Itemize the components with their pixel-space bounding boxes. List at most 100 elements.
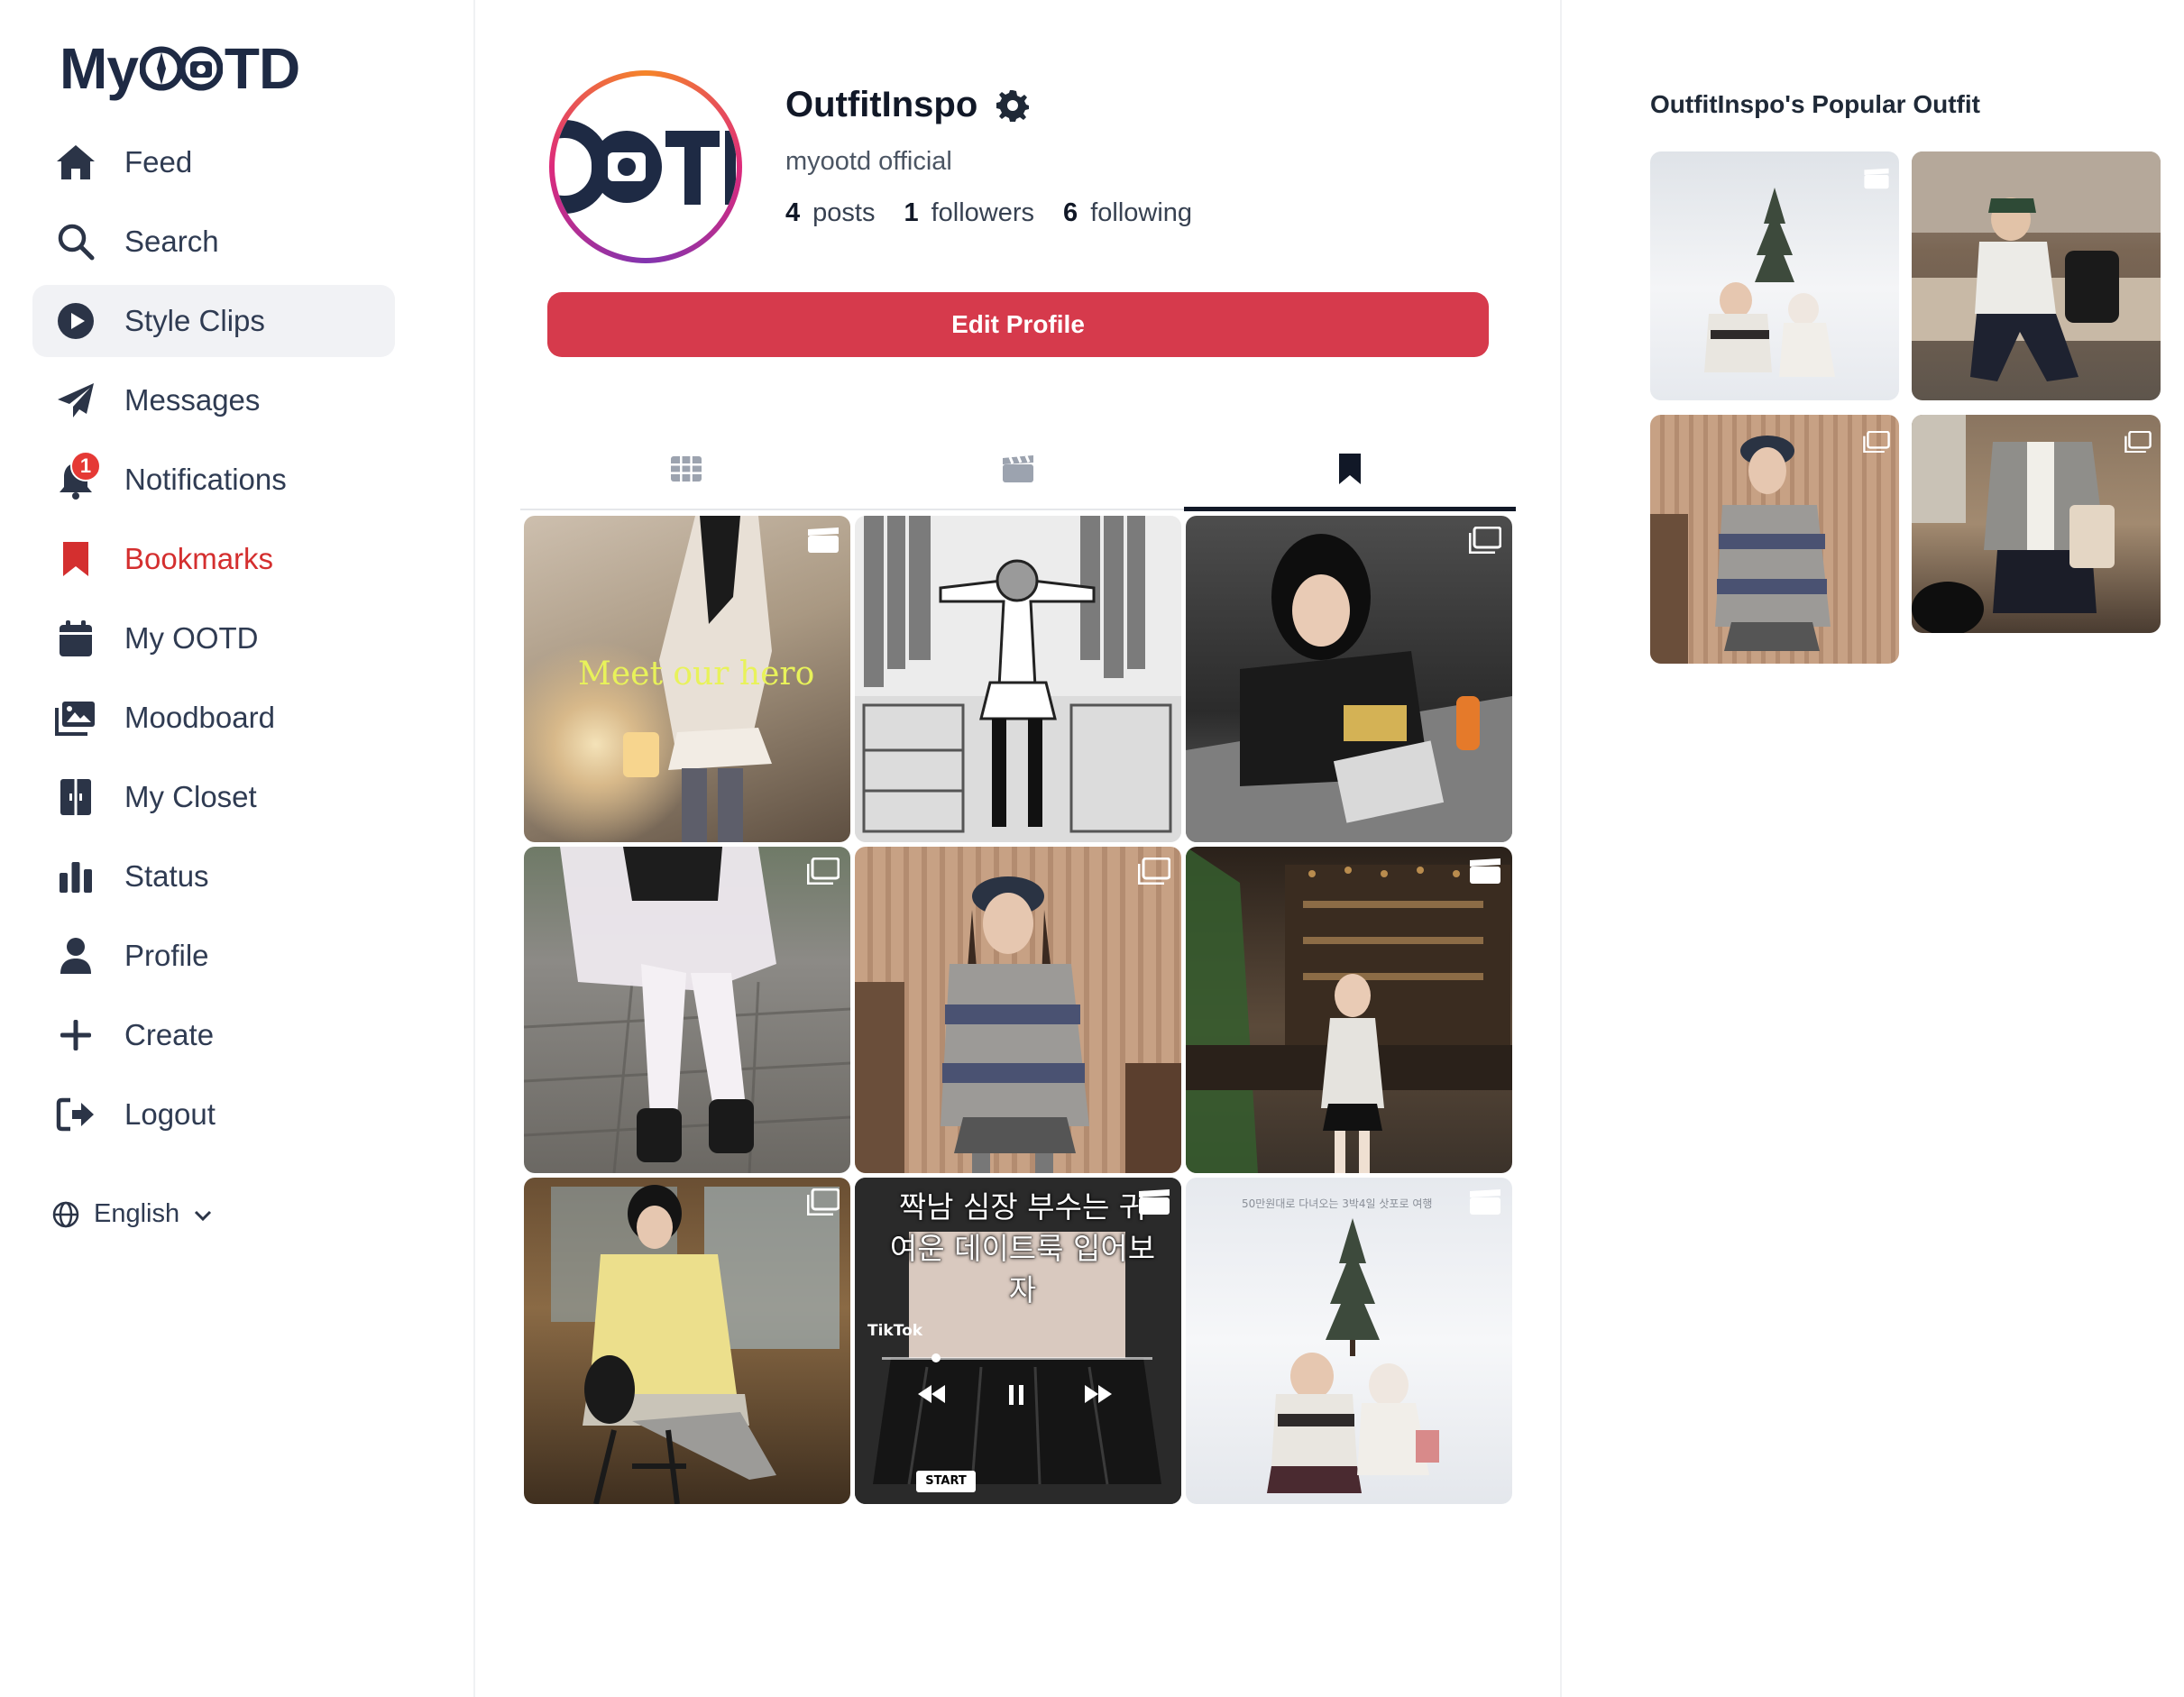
sidebar-item-label: Notifications	[124, 463, 287, 496]
post-thumbnail[interactable]: 짝남 심장 부수는 귀여운 데이트룩 입어보자 TikTok START	[855, 1178, 1181, 1504]
followers-label: followers	[931, 198, 1035, 227]
sidebar-item-label: Bookmarks	[124, 542, 274, 575]
edit-profile-button[interactable]: Edit Profile	[547, 292, 1489, 357]
followers-stat[interactable]: 1 followers	[904, 198, 1034, 228]
paper-plane-icon	[54, 379, 97, 422]
image-icon	[806, 857, 840, 885]
sidebar-item-label: Style Clips	[124, 304, 265, 337]
sidebar-item-label: Status	[124, 859, 209, 893]
play-circle-icon	[54, 299, 97, 343]
sidebar-item-moodboard[interactable]: Moodboard	[32, 682, 395, 754]
clapperboard-icon	[1863, 168, 1890, 189]
post-thumbnail[interactable]	[855, 516, 1181, 842]
notification-badge: 1	[70, 451, 101, 482]
bar-chart-icon	[54, 855, 97, 898]
post-thumbnail[interactable]: 50만원대로 다녀오는 3박4일 삿포로 여행	[1186, 1178, 1512, 1504]
user-icon	[54, 934, 97, 977]
post-thumbnail[interactable]	[524, 847, 850, 1173]
tab-grid[interactable]	[520, 433, 852, 509]
sidebar-item-search[interactable]: Search	[32, 206, 395, 278]
sidebar-item-create[interactable]: Create	[32, 999, 395, 1071]
followers-count: 1	[904, 198, 919, 227]
search-icon	[54, 220, 97, 263]
images-icon	[54, 696, 97, 739]
following-label: following	[1090, 198, 1193, 227]
post-thumbnail[interactable]	[524, 1178, 850, 1504]
clapperboard-icon	[1138, 1188, 1170, 1215]
profile-username: OutfitInspo	[785, 85, 978, 124]
bookmark-icon	[1337, 452, 1363, 491]
sidebar-item-status[interactable]: Status	[32, 840, 395, 913]
sidebar-item-label: Profile	[124, 939, 209, 972]
saved-posts-grid: Meet our hero 짝남 심장 부수는 귀여운 데이트룩 입어보자 Ti…	[524, 516, 1516, 1504]
following-stat[interactable]: 6 following	[1063, 198, 1192, 228]
sidebar-item-label: My Closet	[124, 780, 257, 813]
image-icon	[1137, 857, 1171, 885]
sidebar-item-profile[interactable]: Profile	[32, 920, 395, 992]
sidebar-item-label: Search	[124, 225, 219, 258]
posts-label: posts	[812, 198, 876, 227]
clapperboard-icon	[1469, 858, 1501, 885]
sidebar-item-feed[interactable]: Feed	[32, 126, 395, 198]
sidebar-item-label: Messages	[124, 383, 261, 417]
image-icon	[2124, 430, 2152, 454]
language-label: English	[94, 1199, 180, 1228]
language-selector[interactable]: English	[52, 1199, 214, 1229]
image-icon	[1863, 430, 1890, 454]
avatar-logo-icon	[555, 120, 736, 214]
sidebar-item-label: My OOTD	[124, 621, 259, 655]
grid-icon	[670, 455, 702, 487]
profile-main: OutfitInspo myootd official 4 posts 1 foll…	[475, 0, 1562, 1697]
post-thumbnail[interactable]: Meet our hero	[524, 516, 850, 842]
sidebar-item-style-clips[interactable]: Style Clips	[32, 285, 395, 357]
post-thumbnail[interactable]	[855, 847, 1181, 1173]
logout-icon	[54, 1093, 97, 1136]
chevron-down-icon	[192, 1204, 214, 1225]
sidebar-item-notifications[interactable]: 1 Notifications	[32, 444, 395, 516]
profile-stats: 4 posts 1 followers 6 following	[785, 198, 1221, 228]
clapperboard-icon	[1469, 1188, 1501, 1215]
post-thumbnail[interactable]	[1186, 847, 1512, 1173]
popular-outfits-rail: OutfitInspo's Popular Outfit	[1562, 0, 2184, 1697]
sidebar-item-label: Moodboard	[124, 701, 275, 734]
sidebar-item-messages[interactable]: Messages	[32, 364, 395, 436]
clapperboard-icon	[807, 527, 840, 554]
gear-icon[interactable]	[996, 88, 1030, 123]
sidebar-item-bookmarks[interactable]: Bookmarks	[32, 523, 395, 595]
popular-outfit-thumbnail[interactable]	[1912, 415, 2161, 633]
username-row: OutfitInspo	[785, 85, 1030, 125]
tab-saved[interactable]	[1184, 433, 1516, 511]
popular-outfit-thumbnail[interactable]	[1650, 415, 1899, 664]
popular-outfit-thumbnail[interactable]	[1650, 151, 1899, 400]
post-caption: 50만원대로 다녀오는 3박4일 삿포로 여행	[1242, 1197, 1433, 1210]
posts-stat[interactable]: 4 posts	[785, 198, 875, 228]
tab-clips[interactable]	[852, 433, 1184, 509]
post-caption: 짝남 심장 부수는 귀여운 데이트룩 입어보자	[889, 1189, 1156, 1307]
sidebar: My TD Feed Search Style Clips Messages 1…	[0, 0, 475, 1697]
image-icon	[1468, 526, 1502, 555]
sidebar-item-label: Feed	[124, 145, 193, 179]
sidebar-item-label: Create	[124, 1018, 215, 1051]
sidebar-item-my-ootd[interactable]: My OOTD	[32, 602, 395, 674]
logo-text-left: My	[60, 36, 139, 101]
image-icon	[806, 1188, 840, 1216]
logo-mark-icon	[139, 45, 223, 92]
globe-icon	[52, 1201, 79, 1228]
tiktok-watermark: TikTok	[867, 1322, 923, 1340]
post-caption: Meet our hero	[578, 656, 815, 693]
post-thumbnail[interactable]	[1186, 516, 1512, 842]
popular-outfit-thumbnail[interactable]	[1912, 151, 2161, 400]
app-logo[interactable]: My TD	[60, 36, 300, 101]
sidebar-item-label: Logout	[124, 1097, 216, 1131]
sidebar-item-my-closet[interactable]: My Closet	[32, 761, 395, 833]
sidebar-item-logout[interactable]: Logout	[32, 1078, 395, 1151]
calendar-icon	[54, 617, 97, 660]
sidebar-nav: Feed Search Style Clips Messages 1 Notif…	[32, 126, 395, 1158]
home-icon	[54, 141, 97, 184]
start-label: START	[925, 1474, 967, 1488]
logo-text-right: TD	[224, 36, 300, 101]
profile-avatar[interactable]	[549, 70, 742, 263]
clapperboard-icon	[1002, 454, 1034, 488]
closet-icon	[54, 775, 97, 819]
popular-outfits-title: OutfitInspo's Popular Outfit	[1650, 90, 1980, 118]
